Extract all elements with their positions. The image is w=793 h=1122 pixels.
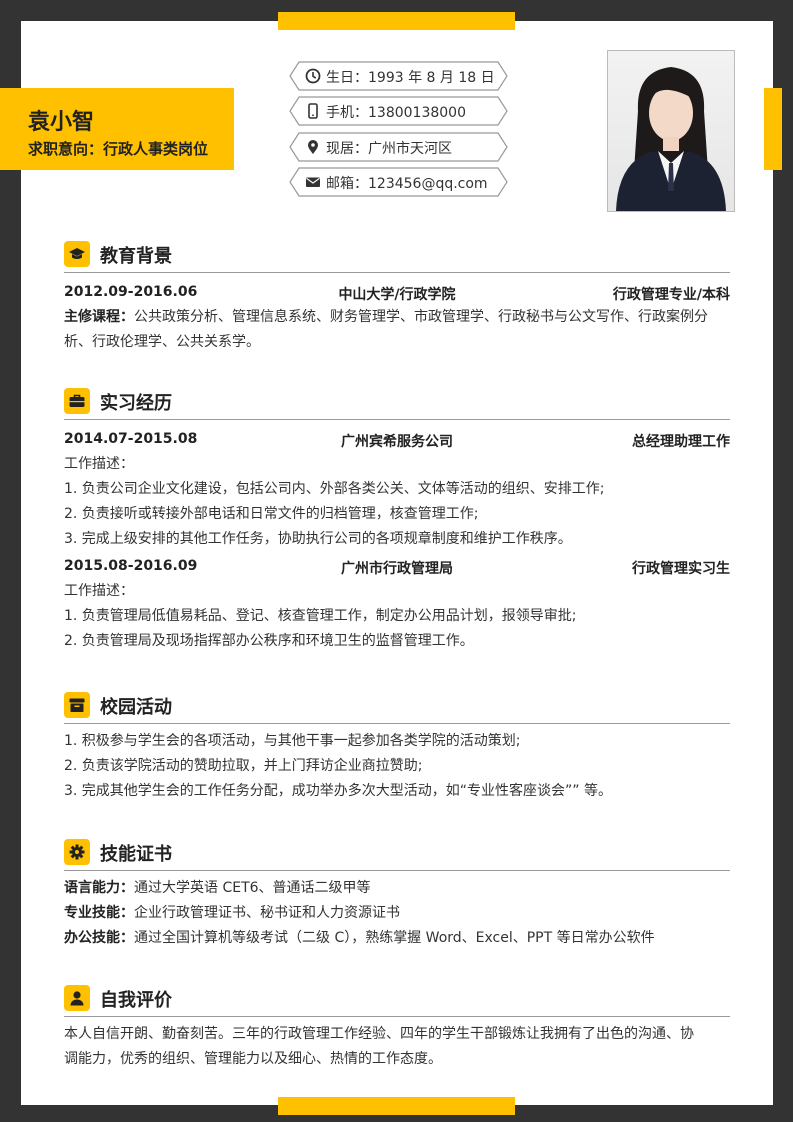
skills-list: 语言能力：通过大学英语 CET6、普通话二级甲等 专业技能：企业行政管理证书、秘… [64,876,730,951]
courses-line-2: 析、行政伦理学、公共关系学。 [64,334,260,350]
self-eval-line: 本人自信开朗、勤奋刻苦。三年的行政管理工作经验、四年的学生干部锻炼让我拥有了出色… [64,1026,694,1042]
briefcase-icon [64,388,90,414]
mail-icon [306,177,320,187]
job-row: 2015.08-2016.09 广州市行政管理局 行政管理实习生 [64,554,730,579]
job-role: 行政管理实习生 [632,561,730,577]
list-item: 3. 完成其他学生会的工作任务分配，成功举办多次大型活动，如“专业性客座谈会””… [64,783,613,799]
bottom-accent-bar [278,1097,515,1115]
list-item: 1. 负责公司企业文化建设，包括公司内、外部各类公关、文体等活动的组织、安排工作… [64,481,605,497]
skill-label: 办公技能： [64,930,134,946]
campus-list: 1. 积极参与学生会的各项活动，与其他干事一起参加各类学院的活动策划; 2. 负… [64,729,730,804]
section-title: 实习经历 [100,393,172,414]
archive-box-icon [64,692,90,718]
job-company: 广州宾希服务公司 [341,434,453,450]
skill-item: 专业技能：企业行政管理证书、秘书证和人力资源证书 [64,901,730,926]
job-desc-label: 工作描述： [64,456,134,472]
section-header: 自我评价 [64,982,730,1017]
phone-text: 手机：13800138000 [326,105,466,121]
section-education: 教育背景 2012.09-2016.06 中山大学/行政学院 行政管理专业/本科… [64,238,730,355]
skill-label: 语言能力： [64,880,134,896]
section-header: 校园活动 [64,689,730,724]
list-item: 1. 积极参与学生会的各项活动，与其他干事一起参加各类学院的活动策划; [64,733,521,749]
list-item: 3. 完成上级安排的其他工作任务，协助执行公司的各项规章制度和维护工作秩序。 [64,531,572,547]
section-title: 自我评价 [100,990,172,1011]
person-icon [64,985,90,1011]
list-item: 2. 负责管理局及现场指挥部办公秩序和环境卫生的监督管理工作。 [64,633,474,649]
graduation-cap-icon [64,241,90,267]
info-phone: 手机：13800138000 [289,96,508,126]
skill-label: 专业技能： [64,905,134,921]
name-banner: 袁小智 求职意向：行政人事类岗位 [0,88,234,170]
section-title: 校园活动 [100,697,172,718]
job-row: 2014.07-2015.08 广州宾希服务公司 总经理助理工作 [64,427,730,452]
skill-item: 语言能力：通过大学英语 CET6、普通话二级甲等 [64,876,730,901]
info-email: 邮箱：123456@qq.com [289,167,508,197]
skill-text: 企业行政管理证书、秘书证和人力资源证书 [134,905,400,921]
info-birthday: 生日：1993 年 8 月 18 日 [289,61,508,91]
list-item: 2. 负责接听或转接外部电话和日常文件的归档管理，核查管理工作; [64,506,479,522]
self-eval-line: 调能力，优秀的组织、管理能力以及细心、热情的工作态度。 [64,1051,442,1067]
courses-line: 主修课程：公共政策分析、管理信息系统、财务管理学、市政管理学、行政秘书与公文写作… [64,305,730,330]
job-company: 广州市行政管理局 [341,561,453,577]
email-text: 邮箱：123456@qq.com [326,176,488,192]
birthday-text: 生日：1993 年 8 月 18 日 [326,70,495,86]
section-title: 技能证书 [100,844,172,865]
skill-item: 办公技能：通过全国计算机等级考试（二级 C），熟练掌握 Word、Excel、P… [64,926,730,951]
location-pin-icon [308,140,318,154]
section-title: 教育背景 [100,246,172,267]
job-role: 总经理助理工作 [632,434,730,450]
job-desc-label: 工作描述： [64,583,134,599]
candidate-name: 袁小智 [28,110,95,135]
section-header: 实习经历 [64,385,730,420]
right-accent-bar [764,88,782,170]
education-row: 2012.09-2016.06 中山大学/行政学院 行政管理专业/本科 [64,280,730,305]
profile-photo [607,50,735,212]
skill-text: 通过全国计算机等级考试（二级 C），熟练掌握 Word、Excel、PPT 等日… [134,930,655,946]
clock-icon [305,68,321,84]
info-address: 现居：广州市天河区 [289,132,508,162]
address-text: 现居：广州市天河区 [326,141,452,157]
section-skills: 技能证书 语言能力：通过大学英语 CET6、普通话二级甲等 专业技能：企业行政管… [64,836,730,951]
job-intent: 求职意向：行政人事类岗位 [28,140,209,158]
courses-label: 主修课程： [64,309,134,325]
list-item: 2. 负责该学院活动的赞助拉取，并上门拜访企业商拉赞助; [64,758,423,774]
section-self-evaluation: 自我评价 本人自信开朗、勤奋刻苦。三年的行政管理工作经验、四年的学生干部锻炼让我… [64,982,730,1072]
education-major: 行政管理专业/本科 [612,287,730,303]
gear-icon [64,839,90,865]
skill-text: 通过大学英语 CET6、普通话二级甲等 [134,880,371,896]
phone-icon [308,103,318,119]
section-campus: 校园活动 1. 积极参与学生会的各项活动，与其他干事一起参加各类学院的活动策划;… [64,689,730,804]
courses-text: 公共政策分析、管理信息系统、财务管理学、市政管理学、行政秘书与公文写作、行政案例… [134,309,708,325]
section-header: 教育背景 [64,238,730,273]
section-header: 技能证书 [64,836,730,871]
section-internship: 实习经历 2014.07-2015.08 广州宾希服务公司 总经理助理工作 工作… [64,385,730,654]
self-eval-text: 本人自信开朗、勤奋刻苦。三年的行政管理工作经验、四年的学生干部锻炼让我拥有了出色… [64,1022,730,1072]
list-item: 1. 负责管理局低值易耗品、登记、核查管理工作，制定办公用品计划，报领导审批; [64,608,577,624]
top-accent-bar [278,12,515,30]
